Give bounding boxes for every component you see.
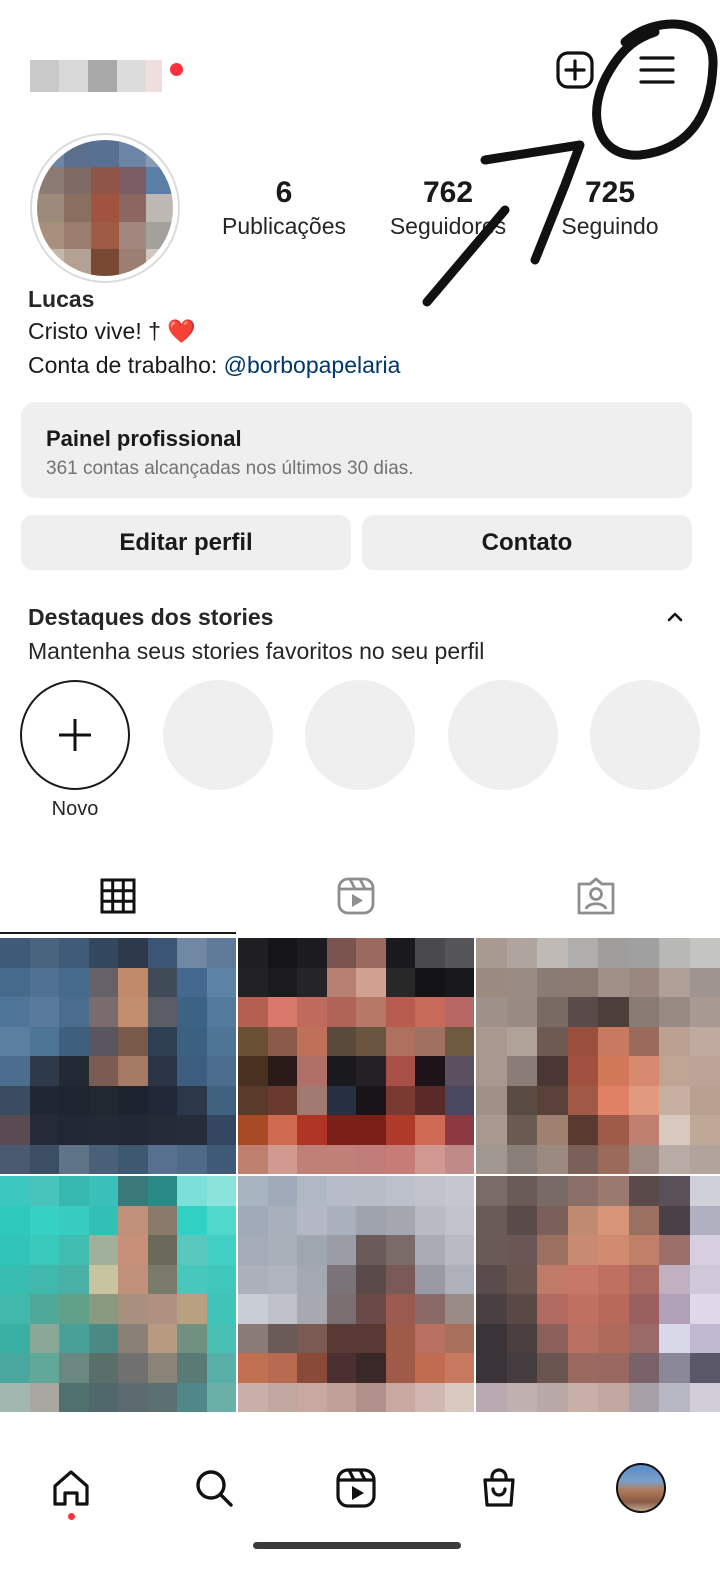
highlights-title: Destaques dos stories — [28, 604, 274, 630]
profile-name: Lucas — [28, 286, 95, 312]
post-thumbnail[interactable] — [0, 1176, 236, 1412]
highlight-placeholder — [163, 680, 273, 790]
nav-profile[interactable] — [615, 1462, 667, 1514]
reels-icon — [336, 1468, 376, 1508]
professional-dashboard[interactable]: Painel profissional 361 contas alcançada… — [21, 402, 692, 498]
edit-profile-button[interactable]: Editar perfil — [21, 515, 351, 570]
system-home-indicator[interactable] — [253, 1542, 461, 1549]
plus-icon — [59, 719, 91, 751]
nav-shop[interactable] — [473, 1462, 525, 1514]
bio-line: Cristo vive! † ❤️ — [28, 318, 196, 344]
new-highlight-button[interactable] — [20, 680, 130, 790]
post-thumbnail[interactable] — [238, 1176, 474, 1412]
tab-selected-indicator — [0, 932, 236, 934]
post-thumbnail[interactable] — [476, 938, 720, 1174]
highlight-placeholder — [448, 680, 558, 790]
reels-icon — [337, 877, 375, 915]
highlight-placeholder — [305, 680, 415, 790]
post-thumbnail[interactable] — [238, 938, 474, 1174]
profile-avatar[interactable] — [30, 133, 180, 283]
shop-bag-icon — [483, 1468, 515, 1507]
tab-posts-grid[interactable] — [0, 860, 236, 932]
contact-button[interactable]: Contato — [362, 515, 692, 570]
post-thumbnail[interactable] — [476, 1176, 720, 1412]
work-account-link[interactable]: @borbopapelaria — [224, 352, 401, 378]
home-icon — [53, 1470, 89, 1506]
home-active-dot — [68, 1513, 75, 1520]
notification-dot — [170, 63, 183, 76]
stat-posts[interactable]: 6 Publicações — [214, 175, 354, 241]
new-highlight-label: Novo — [51, 798, 99, 820]
chevron-up-icon[interactable] — [664, 606, 686, 628]
tab-reels[interactable] — [238, 860, 474, 932]
stat-posts-value: 6 — [275, 176, 293, 209]
tagged-icon — [577, 877, 615, 915]
handdrawn-annotation — [422, 19, 718, 307]
nav-home[interactable] — [45, 1462, 97, 1514]
post-thumbnail[interactable] — [0, 938, 236, 1174]
profile-avatar — [616, 1463, 666, 1513]
search-icon — [196, 1470, 233, 1507]
highlight-placeholder — [590, 680, 700, 790]
stat-posts-label: Publicações — [221, 213, 347, 239]
bio-work-prefix: Conta de trabalho: — [28, 352, 224, 378]
tab-tagged[interactable] — [478, 860, 714, 932]
username-redacted[interactable] — [30, 60, 162, 92]
dashboard-subtitle: 361 contas alcançadas nos últimos 30 dia… — [46, 458, 414, 479]
highlights-subtitle: Mantenha seus stories favoritos no seu p… — [28, 638, 485, 664]
avatar-image-redacted — [37, 140, 173, 276]
bio-work-account: Conta de trabalho: @borbopapelaria — [28, 352, 400, 379]
nav-reels[interactable] — [330, 1462, 382, 1514]
nav-search[interactable] — [188, 1462, 240, 1514]
dashboard-title: Painel profissional — [46, 426, 242, 451]
grid-icon — [100, 878, 136, 914]
